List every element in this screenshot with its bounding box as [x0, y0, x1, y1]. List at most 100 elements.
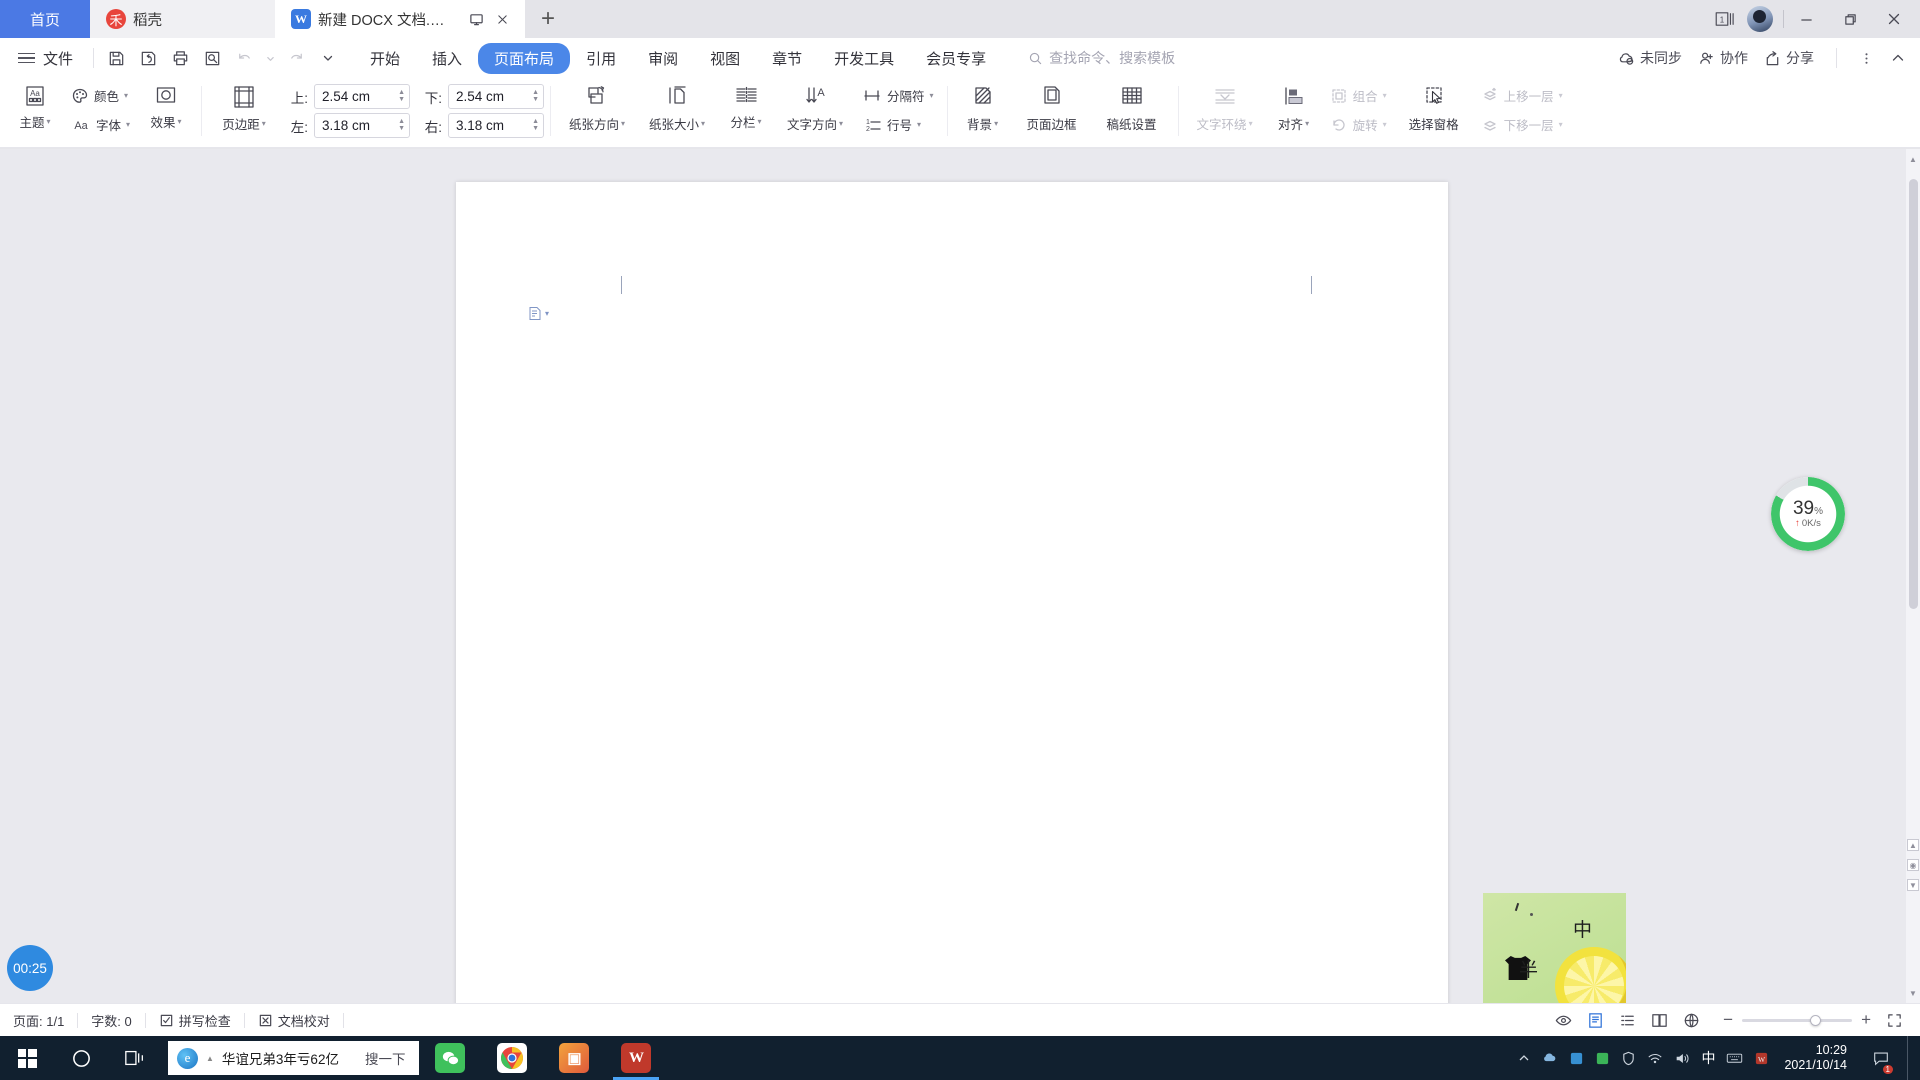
chevron-down-icon[interactable]: ▾: [930, 91, 934, 100]
paper-orientation-button[interactable]: 纸张方向 ▾: [557, 78, 637, 144]
chevron-down-icon[interactable]: ▾: [1383, 91, 1387, 100]
fullscreen-icon[interactable]: [1880, 1008, 1908, 1032]
taskbar-app-chrome[interactable]: [481, 1036, 543, 1080]
scroll-down-icon[interactable]: ▼: [1906, 985, 1920, 1001]
zoom-in-button[interactable]: +: [1861, 1010, 1871, 1030]
document-page[interactable]: ▾: [456, 182, 1448, 1003]
zoom-slider[interactable]: [1742, 1014, 1853, 1026]
margin-left-input[interactable]: 3.18 cm ▲ ▼: [314, 113, 411, 138]
save-as-icon[interactable]: [132, 43, 164, 73]
tab-references[interactable]: 引用: [570, 43, 632, 74]
tab-page-layout[interactable]: 页面布局: [478, 42, 571, 74]
line-number-button[interactable]: 12 行号 ▾: [855, 111, 941, 138]
notification-center-button[interactable]: 1: [1866, 1036, 1896, 1080]
tab-home[interactable]: 首页: [0, 0, 90, 38]
sync-status-button[interactable]: 未同步: [1618, 48, 1682, 68]
send-backward-button[interactable]: 下移一层 ▾: [1474, 111, 1570, 138]
spinner-icon[interactable]: ▲ ▼: [532, 89, 539, 103]
app-icon[interactable]: [1569, 1051, 1584, 1066]
ie-news-item[interactable]: e ▲ 华谊兄弟3年亏62亿: [168, 1041, 351, 1075]
tab-member[interactable]: 会员专享: [910, 43, 1002, 74]
bring-forward-button[interactable]: 上移一层 ▾: [1474, 82, 1570, 109]
tab-chapter[interactable]: 章节: [756, 43, 818, 74]
timer-bubble[interactable]: 00:25: [7, 945, 53, 991]
chevron-up-icon[interactable]: [1890, 50, 1906, 66]
taskbar-app-wps[interactable]: W: [605, 1036, 667, 1080]
group-objects-button[interactable]: 组合 ▾: [1323, 82, 1394, 109]
zoom-control[interactable]: − +: [1723, 1008, 1908, 1032]
show-desktop-button[interactable]: [1907, 1036, 1914, 1080]
tab-insert[interactable]: 插入: [416, 43, 478, 74]
chevron-down-icon[interactable]: ▾: [994, 119, 998, 128]
outline-view-icon[interactable]: [1613, 1008, 1641, 1032]
chevron-down-icon[interactable]: ▾: [1249, 119, 1253, 128]
chevron-down-icon[interactable]: ▾: [1559, 91, 1563, 100]
chevron-up-icon[interactable]: [1517, 1051, 1531, 1065]
scroll-up-icon[interactable]: ▲: [1906, 151, 1920, 167]
page-margins-button[interactable]: 页边距 ▾: [208, 78, 280, 144]
save-icon[interactable]: [100, 43, 132, 73]
chevron-down-icon[interactable]: ▾: [262, 119, 266, 128]
page-view-icon[interactable]: [1581, 1008, 1609, 1032]
chevron-down-icon[interactable]: ▾: [621, 119, 625, 128]
taskbar-search-box[interactable]: 搜一下: [350, 1041, 420, 1075]
network-icon[interactable]: [1647, 1051, 1663, 1066]
ad-card[interactable]: 中 半: [1483, 893, 1626, 1003]
chevron-down-icon[interactable]: ▾: [758, 117, 762, 126]
theme-button[interactable]: Aa 主题 ▾: [6, 78, 64, 144]
undo-caret-icon[interactable]: [260, 43, 280, 73]
chevron-down-icon[interactable]: ▾: [917, 120, 921, 129]
text-direction-button[interactable]: A 文字方向 ▾: [775, 78, 855, 144]
ime-indicator[interactable]: 中: [1701, 1048, 1715, 1068]
network-speed-widget[interactable]: 39% ↑ 0K/s: [1771, 477, 1845, 551]
chevron-down-icon[interactable]: ▾: [701, 119, 705, 128]
task-view-icon[interactable]: [108, 1036, 162, 1080]
taskbar-clock[interactable]: 10:29 2021/10/14: [1780, 1043, 1855, 1073]
columns-button[interactable]: 分栏 ▾: [717, 78, 775, 144]
more-vertical-icon[interactable]: [1859, 51, 1874, 66]
close-icon[interactable]: [496, 13, 509, 26]
window-count-badge[interactable]: 1: [1709, 0, 1743, 38]
green-app-icon[interactable]: [1595, 1051, 1610, 1066]
margin-right-input[interactable]: 3.18 cm ▲ ▼: [448, 113, 545, 138]
tab-document[interactable]: W 新建 DOCX 文档.docx: [275, 0, 525, 38]
window-close-button[interactable]: [1872, 0, 1916, 38]
zoom-slider-thumb[interactable]: [1810, 1014, 1822, 1026]
spinner-icon[interactable]: ▲ ▼: [398, 118, 405, 132]
chevron-down-icon[interactable]: ▾: [124, 91, 128, 100]
avatar[interactable]: [1747, 6, 1773, 32]
theme-effect-button[interactable]: 效果 ▾: [137, 78, 195, 144]
align-objects-button[interactable]: 对齐 ▾: [1265, 78, 1323, 144]
selection-pane-button[interactable]: 选择窗格: [1394, 78, 1474, 144]
taskbar-app-wechat[interactable]: [419, 1036, 481, 1080]
chevron-down-icon[interactable]: ▾: [126, 120, 130, 129]
margin-bottom-input[interactable]: 2.54 cm ▲ ▼: [448, 84, 545, 109]
margin-top-input[interactable]: 2.54 cm ▲ ▼: [314, 84, 411, 109]
next-page-button[interactable]: ▼: [1907, 879, 1919, 891]
chevron-down-icon[interactable]: ▾: [1305, 119, 1309, 128]
wps-tray-icon[interactable]: W: [1754, 1051, 1769, 1066]
scrollbar-thumb[interactable]: [1909, 179, 1918, 609]
window-maximize-button[interactable]: [1828, 0, 1872, 38]
previous-page-button[interactable]: ▲: [1907, 839, 1919, 851]
shield-icon[interactable]: [1621, 1051, 1636, 1066]
page-border-button[interactable]: 页面边框: [1012, 78, 1092, 144]
share-button[interactable]: 分享: [1764, 48, 1814, 68]
print-preview-icon[interactable]: [196, 43, 228, 73]
tab-review[interactable]: 审阅: [632, 43, 694, 74]
background-button[interactable]: 背景 ▾: [954, 78, 1012, 144]
paper-size-button[interactable]: 纸张大小 ▾: [637, 78, 717, 144]
page-select-button[interactable]: ◉: [1907, 859, 1919, 871]
proofread-button[interactable]: 文档校对: [245, 1011, 343, 1030]
cortana-circle-icon[interactable]: [54, 1036, 108, 1080]
print-icon[interactable]: [164, 43, 196, 73]
search-input[interactable]: 查找命令、搜索模板: [1028, 48, 1175, 68]
object-anchor-icon[interactable]: ▾: [528, 306, 549, 321]
theme-color-button[interactable]: 颜色 ▾: [64, 82, 137, 109]
redo-icon[interactable]: [280, 43, 312, 73]
windows-start-icon[interactable]: [0, 1036, 54, 1080]
zoom-out-button[interactable]: −: [1723, 1010, 1733, 1030]
eye-icon[interactable]: [1549, 1008, 1577, 1032]
rotate-button[interactable]: 旋转 ▾: [1323, 111, 1394, 138]
cloud-icon[interactable]: [1542, 1050, 1558, 1066]
